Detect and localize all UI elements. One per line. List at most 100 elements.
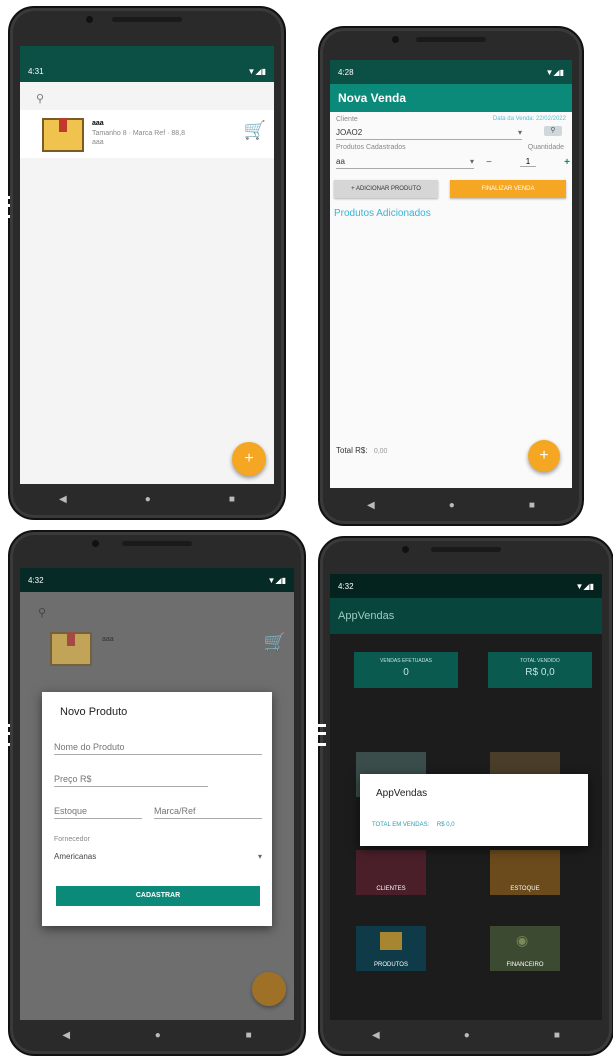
sales-count-value: 0 [403, 667, 409, 678]
tile-finance-label: FINANCEIRO [506, 962, 544, 968]
add-product-fab[interactable] [252, 972, 286, 1006]
camera [92, 540, 99, 547]
speaker [431, 547, 501, 552]
add-fab[interactable]: + [528, 440, 560, 472]
tile-clients-label: CLIENTES [376, 886, 406, 892]
home-icon[interactable]: ● [145, 494, 151, 505]
search-icon[interactable]: ⚲ [36, 92, 44, 105]
status-time: 4:31 [28, 67, 44, 76]
supplier-label: Fornecedor [54, 836, 90, 843]
page-title: Nova Venda [338, 91, 407, 105]
add-product-fab[interactable]: + [232, 442, 266, 476]
dialog-message: TOTAL EM VENDAS: R$ 0,0 [372, 822, 455, 828]
box-icon [380, 932, 402, 950]
back-icon[interactable]: ◀ [372, 1030, 380, 1041]
chevron-down-icon: ▾ [257, 852, 262, 861]
camera [86, 16, 93, 23]
nav-bar: ◀ ● ■ [330, 1022, 602, 1048]
back-icon[interactable]: ◀ [59, 494, 67, 505]
status-icons: ▼◢▮ [575, 581, 594, 591]
price-input[interactable] [54, 772, 208, 787]
back-icon[interactable]: ◀ [367, 500, 375, 511]
home-icon[interactable]: ● [449, 500, 455, 511]
product-name: aaa [102, 636, 114, 643]
chevron-down-icon: ▾ [517, 128, 522, 137]
total-sold-value: R$ 0,0 [525, 667, 555, 678]
tile-stock[interactable]: ESTOQUE [490, 850, 560, 895]
tile-clients[interactable]: CLIENTES [356, 850, 426, 895]
camera [392, 36, 399, 43]
quantity-value[interactable]: 1 [519, 157, 537, 167]
client-select[interactable]: JOAO2 ▾ [336, 128, 522, 140]
decrement-button[interactable]: − [486, 157, 492, 168]
phone-new-sale: 4:28 ▼◢▮ Nova Venda Cliente Data da Vend… [318, 26, 584, 526]
side-handle-left-2 [2, 724, 10, 746]
product-box-icon [50, 632, 92, 666]
dialog-title: AppVendas [376, 788, 428, 799]
tile-finance[interactable]: ◉ FINANCEIRO [490, 926, 560, 971]
total-label-text: Total R$: [336, 446, 368, 455]
register-button[interactable]: CADASTRAR [56, 886, 260, 906]
status-bar: 4:32 ▼◢▮ [20, 568, 294, 592]
product-row[interactable]: aaa Tamanho 8 · Marca Ref · 88,8 aaa 🛒 [20, 110, 274, 158]
nav-bar: ◀ ● ■ [20, 486, 274, 512]
dashboard-screen: 4:32 ▼◢▮ AppVendas VENDAS EFETUADAS 0 TO… [330, 574, 602, 1020]
search-client-button[interactable]: ⚲ [544, 126, 562, 136]
client-label: Cliente [336, 116, 358, 123]
product-name-input[interactable] [54, 740, 262, 755]
supplier-select[interactable]: Americanas ▾ [54, 852, 262, 861]
tile-stock-label: ESTOQUE [510, 886, 540, 892]
status-bar: 4:31 ▼◢▮ [20, 46, 274, 82]
recents-icon[interactable]: ■ [229, 494, 235, 505]
tile-products[interactable]: PRODUTOS [356, 926, 426, 971]
nav-bar: ◀ ● ■ [20, 1022, 294, 1048]
status-time: 4:32 [28, 575, 44, 585]
dialog-value: R$ 0,0 [436, 822, 455, 828]
total-value: 0,00 [373, 448, 388, 455]
tile-products-label: PRODUTOS [374, 962, 408, 968]
app-bar: AppVendas [330, 598, 602, 634]
product-value: aa [336, 157, 345, 166]
product-select[interactable]: aa ▾ [336, 157, 474, 169]
sales-count-label: VENDAS EFETUADAS [380, 658, 432, 664]
status-bar: 4:32 ▼◢▮ [330, 574, 602, 598]
quantity-stepper: − 1 + [486, 155, 570, 169]
supplier-value: Americanas [54, 852, 97, 861]
recents-icon[interactable]: ■ [529, 500, 535, 511]
dialog-title: Novo Produto [60, 706, 128, 718]
speaker [122, 541, 192, 546]
finish-sale-button[interactable]: FINALIZAR VENDA [450, 180, 566, 198]
sale-date: Data da Venda: 22/02/2022 [492, 116, 566, 122]
new-product-dialog: Novo Produto Fornecedor Americanas ▾ CAD… [42, 692, 272, 926]
back-icon[interactable]: ◀ [62, 1030, 70, 1041]
increment-button[interactable]: + [564, 157, 570, 168]
status-icons: ▼◢▮ [545, 67, 564, 77]
added-products-title: Produtos Adicionados [334, 208, 431, 219]
recents-icon[interactable]: ■ [554, 1030, 560, 1041]
app-bar: Nova Venda [330, 84, 572, 112]
stock-input[interactable] [54, 804, 142, 819]
cart-icon[interactable]: 🛒 [244, 120, 266, 141]
status-icons: ▼◢▮ [267, 575, 286, 585]
nav-bar: ◀ ● ■ [330, 492, 572, 518]
dialog-text: TOTAL EM VENDAS: [372, 822, 430, 828]
side-handle-right [318, 724, 326, 746]
new-product-screen: 4:32 ▼◢▮ ⚲ aaa 🛒 Novo Produto Fornecedor… [20, 568, 294, 1020]
speaker [416, 37, 486, 42]
chevron-down-icon: ▾ [469, 157, 474, 166]
product-subdetail: aaa [92, 139, 104, 146]
product-label: Produtos Cadastrados [336, 144, 406, 151]
home-icon[interactable]: ● [464, 1030, 470, 1041]
add-product-button[interactable]: + ADICIONAR PRODUTO [334, 180, 438, 198]
total-label: Total R$: 0,00 [336, 446, 387, 455]
phone-new-product-dialog: 4:32 ▼◢▮ ⚲ aaa 🛒 Novo Produto Fornecedor… [8, 530, 306, 1056]
new-sale-screen: 4:28 ▼◢▮ Nova Venda Cliente Data da Vend… [330, 60, 572, 488]
summary-dialog: AppVendas TOTAL EM VENDAS: R$ 0,0 [360, 774, 588, 846]
recents-icon[interactable]: ■ [246, 1030, 252, 1041]
home-icon[interactable]: ● [155, 1030, 161, 1041]
client-value: JOAO2 [336, 128, 363, 137]
side-handle-left [2, 196, 10, 218]
brand-input[interactable] [154, 804, 262, 819]
sales-count-card: VENDAS EFETUADAS 0 [354, 652, 458, 688]
status-time: 4:32 [338, 581, 354, 591]
